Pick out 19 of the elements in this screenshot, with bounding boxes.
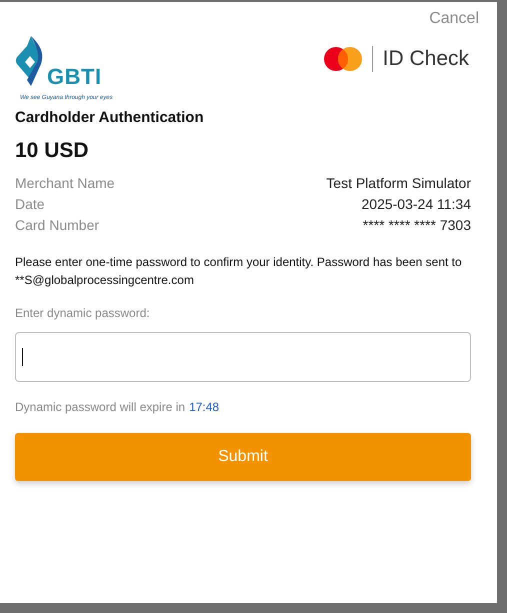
detail-value: Test Platform Simulator: [326, 175, 471, 191]
cancel-link[interactable]: Cancel: [429, 10, 479, 28]
text-cursor: [22, 348, 23, 366]
expiry-text: Dynamic password will expire in: [15, 400, 186, 414]
detail-value: **** **** **** 7303: [362, 217, 471, 233]
page-title: Cardholder Authentication: [15, 109, 205, 126]
detail-label: Date: [15, 196, 45, 212]
amount: 10 USD: [15, 139, 90, 163]
expiry-countdown: 17:48: [189, 400, 220, 414]
mastercard-circles-icon: [324, 47, 362, 71]
detail-label: Merchant Name: [15, 175, 115, 191]
instructions-text: Please enter one-time password to confirm your identity. Password has been sent to **S@globalprocessingcentre.com: [15, 254, 463, 289]
bank-name: GBTI: [47, 66, 102, 88]
detail-value: 2025-03-24 11:34: [362, 196, 471, 212]
id-check-label: ID Check: [382, 47, 469, 71]
submit-button[interactable]: Submit: [15, 433, 471, 481]
detail-label: Card Number: [15, 217, 100, 233]
field-label: Enter dynamic password:: [15, 306, 151, 320]
password-field[interactable]: [15, 332, 471, 382]
